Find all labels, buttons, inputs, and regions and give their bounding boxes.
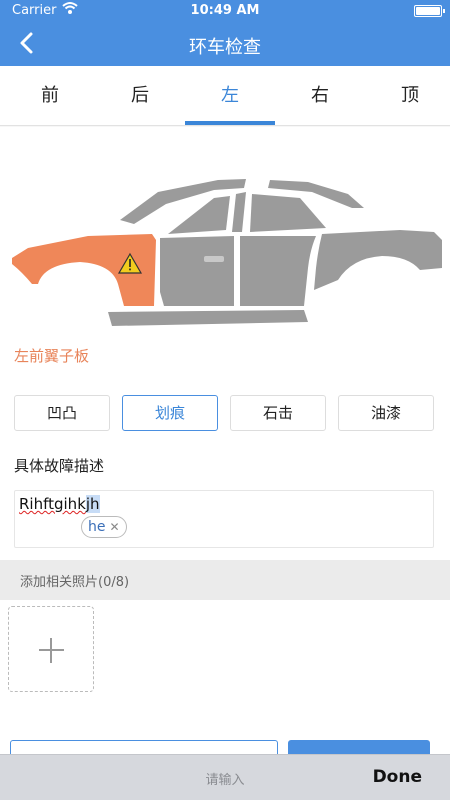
- left-rear-door[interactable]: [240, 236, 316, 306]
- photo-section-header: 添加相关照片(0/8): [0, 560, 450, 600]
- left-front-door[interactable]: [160, 236, 234, 306]
- marked-text: jh: [85, 495, 100, 513]
- add-photo-button[interactable]: [8, 606, 94, 692]
- left-rear-fender[interactable]: [314, 230, 442, 290]
- view-tabs: 前 后 左 右 顶: [0, 66, 450, 126]
- damage-type-stone-chip[interactable]: 石击: [230, 395, 326, 431]
- tab-front[interactable]: 前: [5, 66, 95, 126]
- tab-right[interactable]: 右: [275, 66, 365, 126]
- close-icon[interactable]: ✕: [110, 520, 120, 534]
- action-buttons: [0, 710, 450, 770]
- status-bar: Carrier 10:49 AM: [0, 0, 450, 22]
- front-window[interactable]: [168, 196, 230, 234]
- door-handle: [204, 256, 224, 262]
- clock: 10:49 AM: [190, 3, 260, 18]
- tab-left[interactable]: 左: [185, 66, 275, 126]
- rear-window[interactable]: [250, 194, 326, 232]
- damage-type-paint[interactable]: 油漆: [338, 395, 434, 431]
- typed-text: Rihftgihk: [19, 495, 86, 513]
- tab-rear[interactable]: 后: [95, 66, 185, 126]
- navigation-bar: 环车检查: [0, 22, 450, 66]
- autocorrect-bubble[interactable]: he ✕: [81, 516, 127, 538]
- photo-count-label: 添加相关照片(0/8): [20, 575, 130, 590]
- done-button[interactable]: Done: [373, 767, 422, 787]
- page-title: 环车检查: [189, 37, 261, 58]
- damage-type-scratch[interactable]: 划痕: [122, 395, 218, 431]
- description-text: Rihftgihkjh: [19, 495, 100, 513]
- active-tab-indicator: [185, 121, 275, 125]
- keyboard-accessory-bar: 请输入 Done: [0, 754, 450, 800]
- photo-area: [0, 600, 450, 710]
- tab-top[interactable]: 顶: [365, 66, 450, 126]
- battery-icon: [414, 5, 445, 17]
- description-label: 具体故障描述: [14, 457, 105, 475]
- left-side-sill[interactable]: [108, 310, 308, 326]
- car-side-diagram: [12, 179, 442, 326]
- description-input[interactable]: Rihftgihkjh he ✕: [14, 490, 434, 548]
- selected-part-label: 左前翼子板: [14, 347, 90, 365]
- damage-type-options: 凹凸 划痕 石击 油漆: [14, 395, 436, 431]
- autocorrect-suggestion: he: [88, 519, 106, 535]
- damage-type-dent[interactable]: 凹凸: [14, 395, 110, 431]
- windshield-pillar[interactable]: [232, 192, 246, 232]
- inspection-panel: 左前翼子板 凹凸 划痕 石击 油漆 具体故障描述 Rihftgihkjh he ✕: [0, 127, 450, 560]
